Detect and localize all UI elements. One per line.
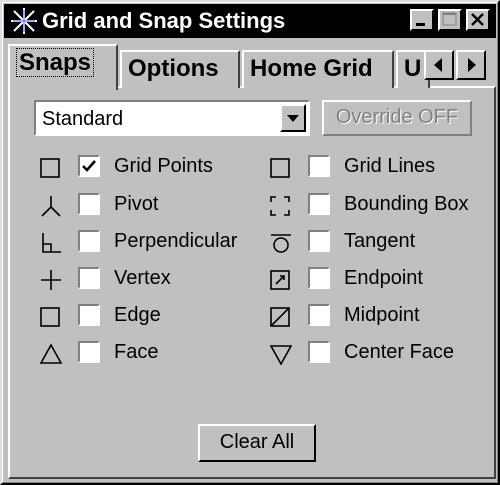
tab-home-grid[interactable]: Home Grid bbox=[242, 50, 394, 88]
square-icon bbox=[40, 158, 60, 178]
snap-midpoint-row: Midpoint bbox=[268, 301, 478, 331]
snowflake-app-icon bbox=[11, 8, 37, 34]
endpoint-icon bbox=[270, 270, 290, 290]
edge-square-icon bbox=[40, 307, 60, 327]
window-title: Grid and Snap Settings bbox=[42, 8, 286, 33]
snap-center-face-row: Center Face bbox=[268, 338, 478, 368]
grid-snap-settings-window: Grid and Snap Settings Snaps Options Hom… bbox=[0, 0, 500, 485]
square-icon bbox=[270, 158, 290, 178]
tab-scroll-left-button[interactable] bbox=[424, 50, 454, 80]
override-label: Override OFF bbox=[335, 106, 459, 128]
pivot-icon bbox=[41, 196, 61, 217]
tangent-checkbox[interactable] bbox=[308, 230, 330, 252]
title-bar[interactable]: Grid and Snap Settings bbox=[4, 4, 496, 38]
tangent-icon bbox=[271, 234, 291, 253]
bounding-box-checkbox[interactable] bbox=[308, 193, 330, 215]
vertex-checkbox[interactable] bbox=[78, 267, 100, 289]
snap-set-dropdown[interactable]: Standard bbox=[34, 100, 310, 136]
maximize-button[interactable] bbox=[438, 9, 462, 31]
center-face-checkbox[interactable] bbox=[308, 341, 330, 363]
close-icon bbox=[471, 13, 484, 26]
snap-grid-lines-row: Grid Lines bbox=[268, 152, 478, 182]
tab-label: Home Grid bbox=[250, 55, 373, 82]
dropdown-button[interactable] bbox=[280, 104, 306, 132]
override-button[interactable]: Override OFF bbox=[322, 100, 472, 136]
bounding-box-label: Bounding Box bbox=[344, 193, 469, 215]
tangent-label: Tangent bbox=[344, 230, 416, 252]
snap-vertex-row: Vertex bbox=[38, 264, 258, 294]
close-button[interactable] bbox=[466, 9, 490, 31]
face-label: Face bbox=[114, 341, 159, 363]
grid-lines-label: Grid Lines bbox=[344, 155, 436, 177]
midpoint-icon bbox=[270, 307, 290, 327]
snap-edge-row: Edge bbox=[38, 301, 258, 331]
snap-set-value: Standard bbox=[42, 108, 124, 130]
center-face-label: Center Face bbox=[344, 341, 455, 363]
midpoint-label: Midpoint bbox=[344, 304, 420, 326]
snap-endpoint-row: Endpoint bbox=[268, 264, 478, 294]
snap-tangent-row: Tangent bbox=[268, 227, 478, 257]
tab-options[interactable]: Options bbox=[120, 50, 240, 88]
arrow-right-icon bbox=[468, 58, 476, 72]
tab-label: Snaps bbox=[16, 48, 95, 77]
tab-label: Options bbox=[128, 55, 219, 82]
pivot-label: Pivot bbox=[114, 193, 159, 215]
arrow-left-icon bbox=[434, 58, 442, 72]
bounding-box-icon bbox=[270, 196, 290, 216]
edge-label: Edge bbox=[114, 304, 161, 326]
snap-pivot-row: Pivot bbox=[38, 190, 258, 220]
grid-points-checkbox[interactable] bbox=[78, 155, 100, 177]
perpendicular-checkbox[interactable] bbox=[78, 230, 100, 252]
snap-grid-points-row: Grid Points bbox=[38, 152, 258, 182]
minimize-icon bbox=[416, 23, 425, 26]
grid-lines-checkbox[interactable] bbox=[308, 155, 330, 177]
vertex-plus-icon bbox=[41, 270, 61, 290]
tab-strip: Snaps Options Home Grid U bbox=[8, 42, 496, 90]
edge-checkbox[interactable] bbox=[78, 304, 100, 326]
chevron-down-icon bbox=[287, 115, 299, 122]
perpendicular-icon bbox=[42, 233, 61, 253]
pivot-checkbox[interactable] bbox=[78, 193, 100, 215]
checkmark-icon bbox=[82, 160, 96, 172]
snap-face-row: Face bbox=[38, 338, 258, 368]
center-face-triangle-icon bbox=[269, 345, 293, 366]
snap-perpendicular-row: Perpendicular bbox=[38, 227, 258, 257]
midpoint-checkbox[interactable] bbox=[308, 304, 330, 326]
endpoint-label: Endpoint bbox=[344, 267, 423, 289]
clear-all-button[interactable]: Clear All bbox=[198, 424, 316, 462]
tab-scroll-right-button[interactable] bbox=[456, 50, 486, 80]
grid-points-label: Grid Points bbox=[114, 155, 213, 177]
minimize-button[interactable] bbox=[410, 9, 434, 31]
maximize-icon bbox=[442, 12, 457, 26]
tab-label: U bbox=[404, 55, 422, 82]
snap-bounding-box-row: Bounding Box bbox=[268, 190, 478, 220]
clear-all-label: Clear All bbox=[219, 431, 295, 453]
face-triangle-icon bbox=[39, 343, 63, 364]
endpoint-checkbox[interactable] bbox=[308, 267, 330, 289]
face-checkbox[interactable] bbox=[78, 341, 100, 363]
tab-snaps[interactable]: Snaps bbox=[8, 44, 118, 90]
perpendicular-label: Perpendicular bbox=[114, 230, 238, 252]
vertex-label: Vertex bbox=[114, 267, 171, 289]
